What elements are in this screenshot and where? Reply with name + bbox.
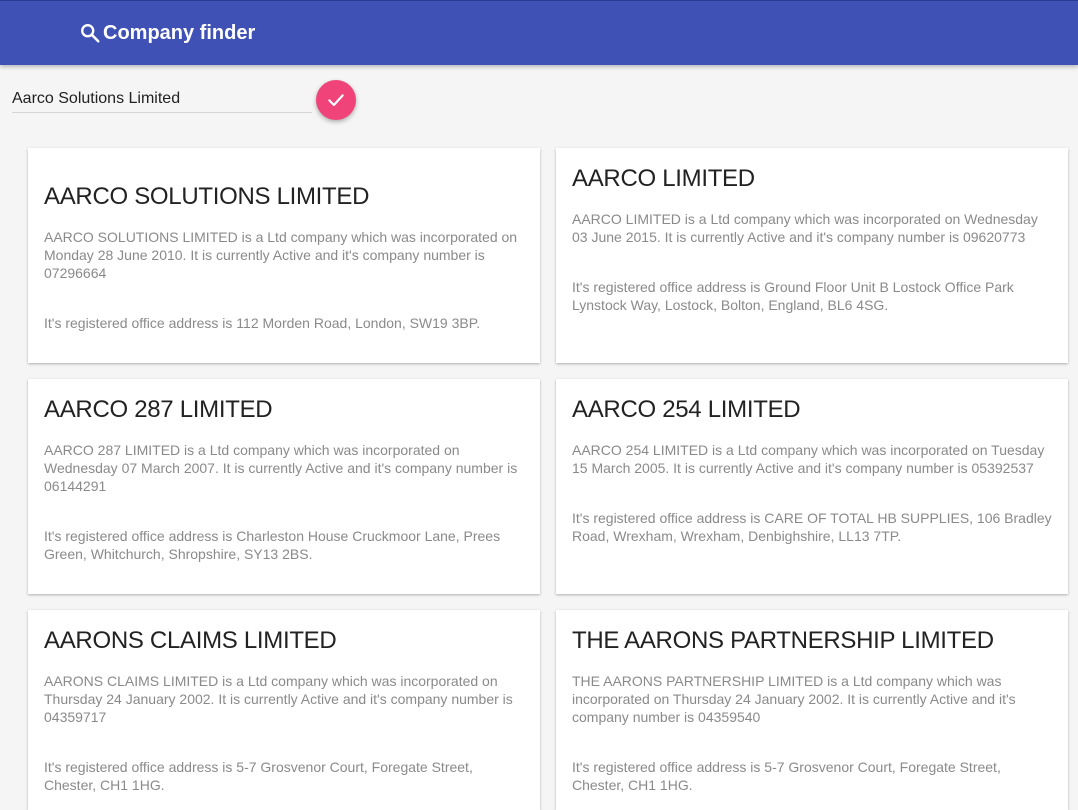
app-title[interactable]: Company finder <box>79 20 255 46</box>
company-address: It's registered office address is 112 Mo… <box>44 315 481 331</box>
company-name: AARCO 287 LIMITED <box>44 396 273 423</box>
company-card[interactable]: AARONS CLAIMS LIMITED AARONS CLAIMS LIMI… <box>28 610 540 810</box>
search-icon <box>81 24 100 43</box>
company-name: AARCO LIMITED <box>572 165 755 192</box>
submit-search-button[interactable] <box>316 80 356 120</box>
app-title-text: Company finder <box>103 21 256 44</box>
company-card[interactable]: AARCO 287 LIMITED AARCO 287 LIMITED is a… <box>28 379 540 594</box>
company-address: It's registered office address is Ground… <box>572 279 1014 313</box>
company-address: It's registered office address is 5-7 Gr… <box>44 759 473 793</box>
company-description: AARCO 254 LIMITED is a Ltd company which… <box>572 442 1045 476</box>
company-card[interactable]: AARCO LIMITED AARCO LIMITED is a Ltd com… <box>556 148 1068 363</box>
company-description: THE AARONS PARTNERSHIP LIMITED is a Ltd … <box>572 673 1016 725</box>
company-name: AARONS CLAIMS LIMITED <box>44 627 337 654</box>
app-bar: Company finder <box>0 0 1078 65</box>
company-card[interactable]: THE AARONS PARTNERSHIP LIMITED THE AARON… <box>556 610 1068 810</box>
company-description: AARONS CLAIMS LIMITED is a Ltd company w… <box>44 673 513 725</box>
company-description: AARCO LIMITED is a Ltd company which was… <box>572 211 1038 245</box>
company-name: AARCO 254 LIMITED <box>572 396 801 423</box>
company-description: AARCO 287 LIMITED is a Ltd company which… <box>44 442 518 494</box>
company-address: It's registered office address is 5-7 Gr… <box>572 759 1001 793</box>
company-card[interactable]: AARCO SOLUTIONS LIMITED AARCO SOLUTIONS … <box>28 148 540 363</box>
company-name: AARCO SOLUTIONS LIMITED <box>44 183 370 210</box>
search-form <box>12 78 372 122</box>
company-description: AARCO SOLUTIONS LIMITED is a Ltd company… <box>44 229 518 281</box>
company-name: THE AARONS PARTNERSHIP LIMITED <box>572 627 994 654</box>
company-search-input[interactable] <box>12 86 312 113</box>
check-icon <box>328 94 344 107</box>
company-card[interactable]: AARCO 254 LIMITED AARCO 254 LIMITED is a… <box>556 379 1068 594</box>
company-address: It's registered office address is CARE O… <box>572 510 1052 544</box>
company-address: It's registered office address is Charle… <box>44 528 501 562</box>
